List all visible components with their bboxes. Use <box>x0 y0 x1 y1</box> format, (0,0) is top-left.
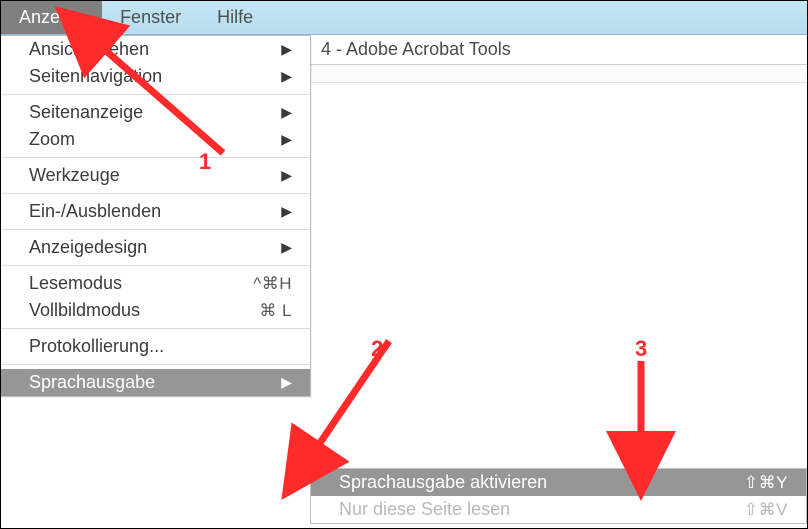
submenu-sprachausgabe: Sprachausgabe aktivieren ⇧⌘Y Nur diese S… <box>310 468 807 524</box>
menu-item-seitenanzeige[interactable]: Seitenanzeige ▶ <box>1 99 310 126</box>
app-frame: Anzeige Fenster Hilfe 4 - Adobe Acrobat … <box>0 0 808 529</box>
submenu-item-nur-diese-seite-lesen: Nur diese Seite lesen ⇧⌘V <box>311 496 806 523</box>
menu-item-lesemodus[interactable]: Lesemodus ^⌘H <box>1 270 310 297</box>
window-title: 4 - Adobe Acrobat Tools <box>321 39 511 60</box>
menu-item-label: Protokollierung... <box>29 336 292 357</box>
menu-item-ansicht-drehen[interactable]: Ansicht drehen ▶ <box>1 36 310 63</box>
menu-item-shortcut: ⇧⌘V <box>744 500 788 520</box>
menu-item-zoom[interactable]: Zoom ▶ <box>1 126 310 153</box>
menubar-item-label: Fenster <box>120 7 181 28</box>
menu-item-shortcut: ^⌘H <box>253 274 292 294</box>
menu-item-shortcut: ⇧⌘Y <box>744 473 788 493</box>
menu-item-label: Zoom <box>29 129 278 150</box>
menu-item-label: Seitenanzeige <box>29 102 278 123</box>
menu-item-werkzeuge[interactable]: Werkzeuge ▶ <box>1 162 310 189</box>
menubar-item-label: Hilfe <box>217 7 253 28</box>
annotation-number-3: 3 <box>635 336 647 362</box>
chevron-right-icon: ▶ <box>278 239 292 256</box>
menu-separator <box>1 193 310 194</box>
menu-separator <box>1 157 310 158</box>
menu-item-label: Werkzeuge <box>29 165 278 186</box>
menu-item-label: Seitennavigation <box>29 66 278 87</box>
menubar-item-label: Anzeige <box>19 7 84 28</box>
menu-item-anzeigedesign[interactable]: Anzeigedesign ▶ <box>1 234 310 261</box>
annotation-number-2: 2 <box>371 336 383 362</box>
menu-item-shortcut: ⌘ L <box>259 301 292 321</box>
chevron-right-icon: ▶ <box>278 374 292 391</box>
menu-item-seitennavigation[interactable]: Seitennavigation ▶ <box>1 63 310 90</box>
chevron-right-icon: ▶ <box>278 104 292 121</box>
chevron-right-icon: ▶ <box>278 41 292 58</box>
chevron-right-icon: ▶ <box>278 68 292 85</box>
submenu-item-sprachausgabe-aktivieren[interactable]: Sprachausgabe aktivieren ⇧⌘Y <box>311 469 806 496</box>
menubar-item-fenster[interactable]: Fenster <box>102 1 199 34</box>
menubar-item-hilfe[interactable]: Hilfe <box>199 1 271 34</box>
menu-item-sprachausgabe[interactable]: Sprachausgabe ▶ <box>1 369 310 396</box>
chevron-right-icon: ▶ <box>278 167 292 184</box>
menu-item-vollbildmodus[interactable]: Vollbildmodus ⌘ L <box>1 297 310 324</box>
menubar-item-anzeige[interactable]: Anzeige <box>1 1 102 34</box>
menu-separator <box>1 364 310 365</box>
menu-item-label: Ansicht drehen <box>29 39 278 60</box>
menu-item-label: Ein-/Ausblenden <box>29 201 278 222</box>
menu-item-label: Lesemodus <box>29 273 253 294</box>
menu-anzeige: Ansicht drehen ▶ Seitennavigation ▶ Seit… <box>1 35 311 397</box>
menu-item-ein-ausblenden[interactable]: Ein-/Ausblenden ▶ <box>1 198 310 225</box>
menubar: Anzeige Fenster Hilfe <box>1 1 807 35</box>
chevron-right-icon: ▶ <box>278 203 292 220</box>
menu-item-label: Sprachausgabe <box>29 372 278 393</box>
menu-separator <box>1 229 310 230</box>
menu-item-protokollierung[interactable]: Protokollierung... <box>1 333 310 360</box>
menu-separator <box>1 328 310 329</box>
menu-item-label: Vollbildmodus <box>29 300 259 321</box>
menu-item-label: Nur diese Seite lesen <box>339 499 744 520</box>
menu-separator <box>1 265 310 266</box>
menu-item-label: Sprachausgabe aktivieren <box>339 472 744 493</box>
chevron-right-icon: ▶ <box>278 131 292 148</box>
menu-item-label: Anzeigedesign <box>29 237 278 258</box>
menu-separator <box>1 94 310 95</box>
